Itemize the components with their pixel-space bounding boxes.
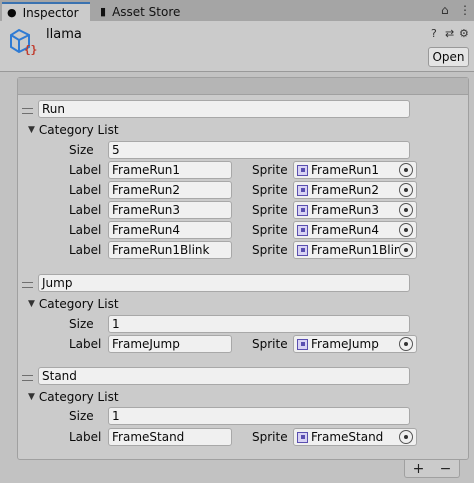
sprite-icon bbox=[297, 338, 308, 350]
size-label: Size bbox=[69, 409, 94, 423]
sprite-label: Sprite bbox=[252, 163, 288, 177]
sprite-icon bbox=[297, 164, 308, 176]
kebab-menu-icon[interactable]: ⋮ bbox=[459, 3, 471, 17]
sprite-value: FrameRun1Blink bbox=[311, 243, 399, 257]
object-picker-icon[interactable] bbox=[399, 163, 413, 177]
tab-label: Inspector bbox=[22, 5, 79, 20]
category-list-foldout[interactable]: ▼ Category List bbox=[28, 389, 119, 405]
label-label: Label bbox=[69, 183, 102, 197]
sprite-label: Sprite bbox=[252, 183, 288, 197]
sprite-label: Sprite bbox=[252, 430, 288, 444]
label-label: Label bbox=[69, 223, 102, 237]
tab-bar: ● Inspector ▮ Asset Store ⌂ ⋮ bbox=[0, 0, 474, 21]
chevron-down-icon: ▼ bbox=[28, 299, 35, 309]
sprite-field[interactable]: FrameRun1 bbox=[293, 161, 417, 179]
sprite-label: Sprite bbox=[252, 243, 288, 257]
object-picker-icon[interactable] bbox=[399, 243, 413, 257]
sprite-field[interactable]: FrameRun1Blink bbox=[293, 241, 417, 259]
object-picker-icon[interactable] bbox=[399, 223, 413, 237]
help-icon[interactable]: ? bbox=[431, 27, 437, 40]
scriptable-object-icon: {} bbox=[10, 28, 37, 56]
label-label: Label bbox=[69, 337, 102, 351]
add-element-button[interactable]: + bbox=[409, 461, 429, 477]
drag-handle[interactable] bbox=[22, 375, 33, 381]
lock-icon[interactable]: ⌂ bbox=[441, 3, 449, 17]
sprite-field[interactable]: FrameRun2 bbox=[293, 181, 417, 199]
sprite-value: FrameStand bbox=[311, 430, 384, 444]
open-button[interactable]: Open bbox=[428, 47, 469, 67]
object-picker-icon[interactable] bbox=[399, 430, 413, 444]
sprite-field[interactable]: FrameJump bbox=[293, 335, 417, 353]
label-label: Label bbox=[69, 203, 102, 217]
inspector-header: {} llama ? ⇄ ⚙ Open bbox=[0, 21, 474, 72]
size-field[interactable]: 5 bbox=[108, 141, 410, 159]
category-name-field[interactable]: Run bbox=[38, 100, 410, 118]
sprite-label: Sprite bbox=[252, 203, 288, 217]
svg-text:{}: {} bbox=[24, 43, 37, 56]
label-field[interactable]: FrameRun1 bbox=[108, 161, 232, 179]
sprite-value: FrameRun4 bbox=[311, 223, 380, 237]
object-picker-icon[interactable] bbox=[399, 203, 413, 217]
foldout-label: Category List bbox=[38, 297, 119, 311]
sprite-label: Sprite bbox=[252, 223, 288, 237]
label-field[interactable]: FrameJump bbox=[108, 335, 232, 353]
sprite-field[interactable]: FrameRun3 bbox=[293, 201, 417, 219]
sprite-value: FrameRun2 bbox=[311, 183, 380, 197]
chevron-down-icon: ▼ bbox=[28, 125, 35, 135]
sprite-icon bbox=[297, 244, 308, 256]
size-field[interactable]: 1 bbox=[108, 315, 410, 333]
settings-icon[interactable]: ⚙ bbox=[459, 27, 469, 40]
sprite-value: FrameRun1 bbox=[311, 163, 380, 177]
sprite-icon bbox=[297, 204, 308, 216]
remove-element-button[interactable]: − bbox=[436, 461, 456, 477]
sprite-field[interactable]: FrameRun4 bbox=[293, 221, 417, 239]
foldout-label: Category List bbox=[38, 390, 119, 404]
sprite-value: FrameJump bbox=[311, 337, 379, 351]
label-field[interactable]: FrameRun2 bbox=[108, 181, 232, 199]
category-list-foldout[interactable]: ▼ Category List bbox=[28, 296, 119, 312]
sprite-icon bbox=[297, 184, 308, 196]
category-name-field[interactable]: Stand bbox=[38, 367, 410, 385]
tab-label: Asset Store bbox=[112, 4, 181, 19]
presets-icon[interactable]: ⇄ bbox=[445, 27, 454, 40]
label-field[interactable]: FrameRun4 bbox=[108, 221, 232, 239]
sprite-value: FrameRun3 bbox=[311, 203, 380, 217]
category-name-field[interactable]: Jump bbox=[38, 274, 410, 292]
inspector-body: Run ▼ Category List Size 5 Label FrameRu… bbox=[0, 73, 474, 483]
size-label: Size bbox=[69, 317, 94, 331]
label-label: Label bbox=[69, 163, 102, 177]
store-bag-icon: ▮ bbox=[100, 5, 107, 18]
list-footer: + − bbox=[404, 460, 460, 478]
size-field[interactable]: 1 bbox=[108, 407, 410, 425]
sprite-field[interactable]: FrameStand bbox=[293, 428, 417, 446]
drag-handle[interactable] bbox=[22, 108, 33, 114]
object-picker-icon[interactable] bbox=[399, 183, 413, 197]
label-field[interactable]: FrameStand bbox=[108, 428, 232, 446]
label-label: Label bbox=[69, 430, 102, 444]
tab-inspector[interactable]: ● Inspector bbox=[2, 2, 90, 21]
label-field[interactable]: FrameRun1Blink bbox=[108, 241, 232, 259]
label-label: Label bbox=[69, 243, 102, 257]
size-label: Size bbox=[69, 143, 94, 157]
category-list-foldout[interactable]: ▼ Category List bbox=[28, 122, 119, 138]
info-icon: ● bbox=[7, 6, 17, 19]
object-picker-icon[interactable] bbox=[399, 337, 413, 351]
drag-handle[interactable] bbox=[22, 282, 33, 288]
asset-title: llama bbox=[46, 27, 82, 42]
sprite-icon bbox=[297, 431, 308, 443]
label-field[interactable]: FrameRun3 bbox=[108, 201, 232, 219]
list-header bbox=[18, 78, 468, 95]
category-list-frame: Run ▼ Category List Size 5 Label FrameRu… bbox=[17, 77, 469, 460]
chevron-down-icon: ▼ bbox=[28, 392, 35, 402]
sprite-icon bbox=[297, 224, 308, 236]
foldout-label: Category List bbox=[38, 123, 119, 137]
tab-asset-store[interactable]: ▮ Asset Store bbox=[94, 2, 186, 21]
sprite-label: Sprite bbox=[252, 337, 288, 351]
